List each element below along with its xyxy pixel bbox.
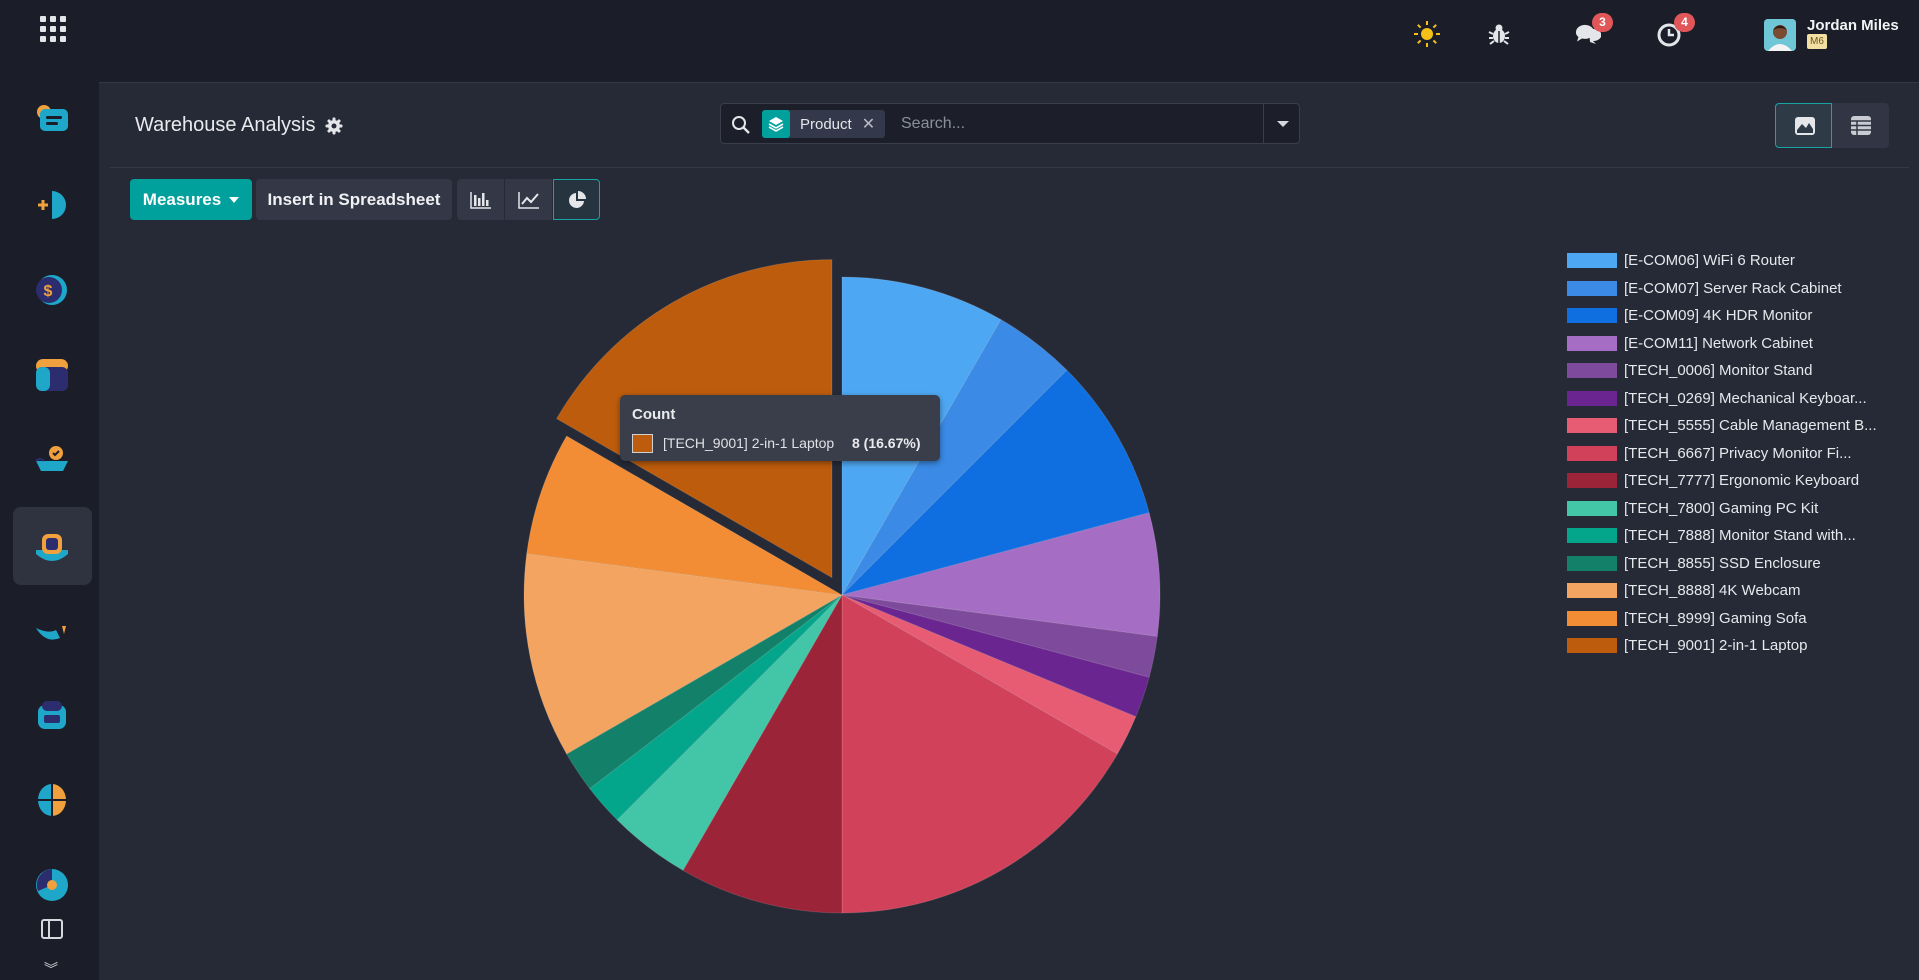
legend-label: [TECH_5555] Cable Management B... <box>1624 417 1877 435</box>
legend-swatch <box>1567 308 1617 324</box>
legend-item[interactable]: [TECH_9001] 2-in-1 Laptop <box>1567 632 1907 660</box>
legend-swatch <box>1567 445 1617 461</box>
legend-label: [TECH_7800] Gaming PC Kit <box>1624 499 1819 517</box>
chart-legend: [E-COM06] WiFi 6 Router [E-COM07] Server … <box>1567 247 1907 660</box>
legend-swatch <box>1567 390 1617 406</box>
legend-item[interactable]: [TECH_8855] SSD Enclosure <box>1567 550 1907 578</box>
legend-item[interactable]: [E-COM11] Network Cabinet <box>1567 330 1907 358</box>
legend-label: [TECH_0006] Monitor Stand <box>1624 362 1813 380</box>
legend-swatch <box>1567 418 1617 434</box>
legend-swatch <box>1567 638 1617 654</box>
legend-item[interactable]: [E-COM07] Server Rack Cabinet <box>1567 275 1907 303</box>
tooltip-title: Count <box>632 406 676 423</box>
legend-item[interactable]: [TECH_0269] Mechanical Keyboar... <box>1567 385 1907 413</box>
legend-label: [TECH_8999] Gaming Sofa <box>1624 609 1807 627</box>
legend-item[interactable]: [TECH_6667] Privacy Monitor Fi... <box>1567 440 1907 468</box>
legend-item[interactable]: [E-COM09] 4K HDR Monitor <box>1567 302 1907 330</box>
legend-item[interactable]: [TECH_7888] Monitor Stand with... <box>1567 522 1907 550</box>
legend-item[interactable]: [TECH_8999] Gaming Sofa <box>1567 605 1907 633</box>
legend-item[interactable]: [TECH_7777] Ergonomic Keyboard <box>1567 467 1907 495</box>
legend-item[interactable]: [E-COM06] WiFi 6 Router <box>1567 247 1907 275</box>
legend-item[interactable]: [TECH_7800] Gaming PC Kit <box>1567 495 1907 523</box>
legend-swatch <box>1567 528 1617 544</box>
legend-label: [TECH_0269] Mechanical Keyboar... <box>1624 389 1867 407</box>
legend-swatch <box>1567 473 1617 489</box>
tooltip-value: 8 (16.67%) <box>852 435 921 451</box>
legend-label: [E-COM09] 4K HDR Monitor <box>1624 307 1813 325</box>
legend-label: [E-COM07] Server Rack Cabinet <box>1624 279 1842 297</box>
legend-label: [TECH_7777] Ergonomic Keyboard <box>1624 472 1860 490</box>
legend-swatch <box>1567 555 1617 571</box>
legend-label: [TECH_8888] 4K Webcam <box>1624 582 1801 600</box>
legend-swatch <box>1567 280 1617 296</box>
legend-swatch <box>1567 610 1617 626</box>
legend-swatch <box>1567 335 1617 351</box>
legend-swatch <box>1567 583 1617 599</box>
legend-item[interactable]: [TECH_8888] 4K Webcam <box>1567 577 1907 605</box>
legend-label: [TECH_7888] Monitor Stand with... <box>1624 527 1856 545</box>
legend-item[interactable]: [TECH_0006] Monitor Stand <box>1567 357 1907 385</box>
legend-label: [TECH_9001] 2-in-1 Laptop <box>1624 637 1808 655</box>
legend-swatch <box>1567 500 1617 516</box>
tooltip-color-swatch <box>632 434 653 453</box>
legend-label: [E-COM11] Network Cabinet <box>1624 334 1813 352</box>
legend-label: [TECH_6667] Privacy Monitor Fi... <box>1624 444 1852 462</box>
tooltip-label: [TECH_9001] 2-in-1 Laptop <box>663 435 835 451</box>
legend-label: [E-COM06] WiFi 6 Router <box>1624 252 1795 270</box>
legend-label: [TECH_8855] SSD Enclosure <box>1624 554 1821 572</box>
chart-tooltip: Count [TECH_9001] 2-in-1 Laptop 8 (16.67… <box>620 395 940 461</box>
legend-swatch <box>1567 253 1617 269</box>
legend-item[interactable]: [TECH_5555] Cable Management B... <box>1567 412 1907 440</box>
legend-swatch <box>1567 363 1617 379</box>
